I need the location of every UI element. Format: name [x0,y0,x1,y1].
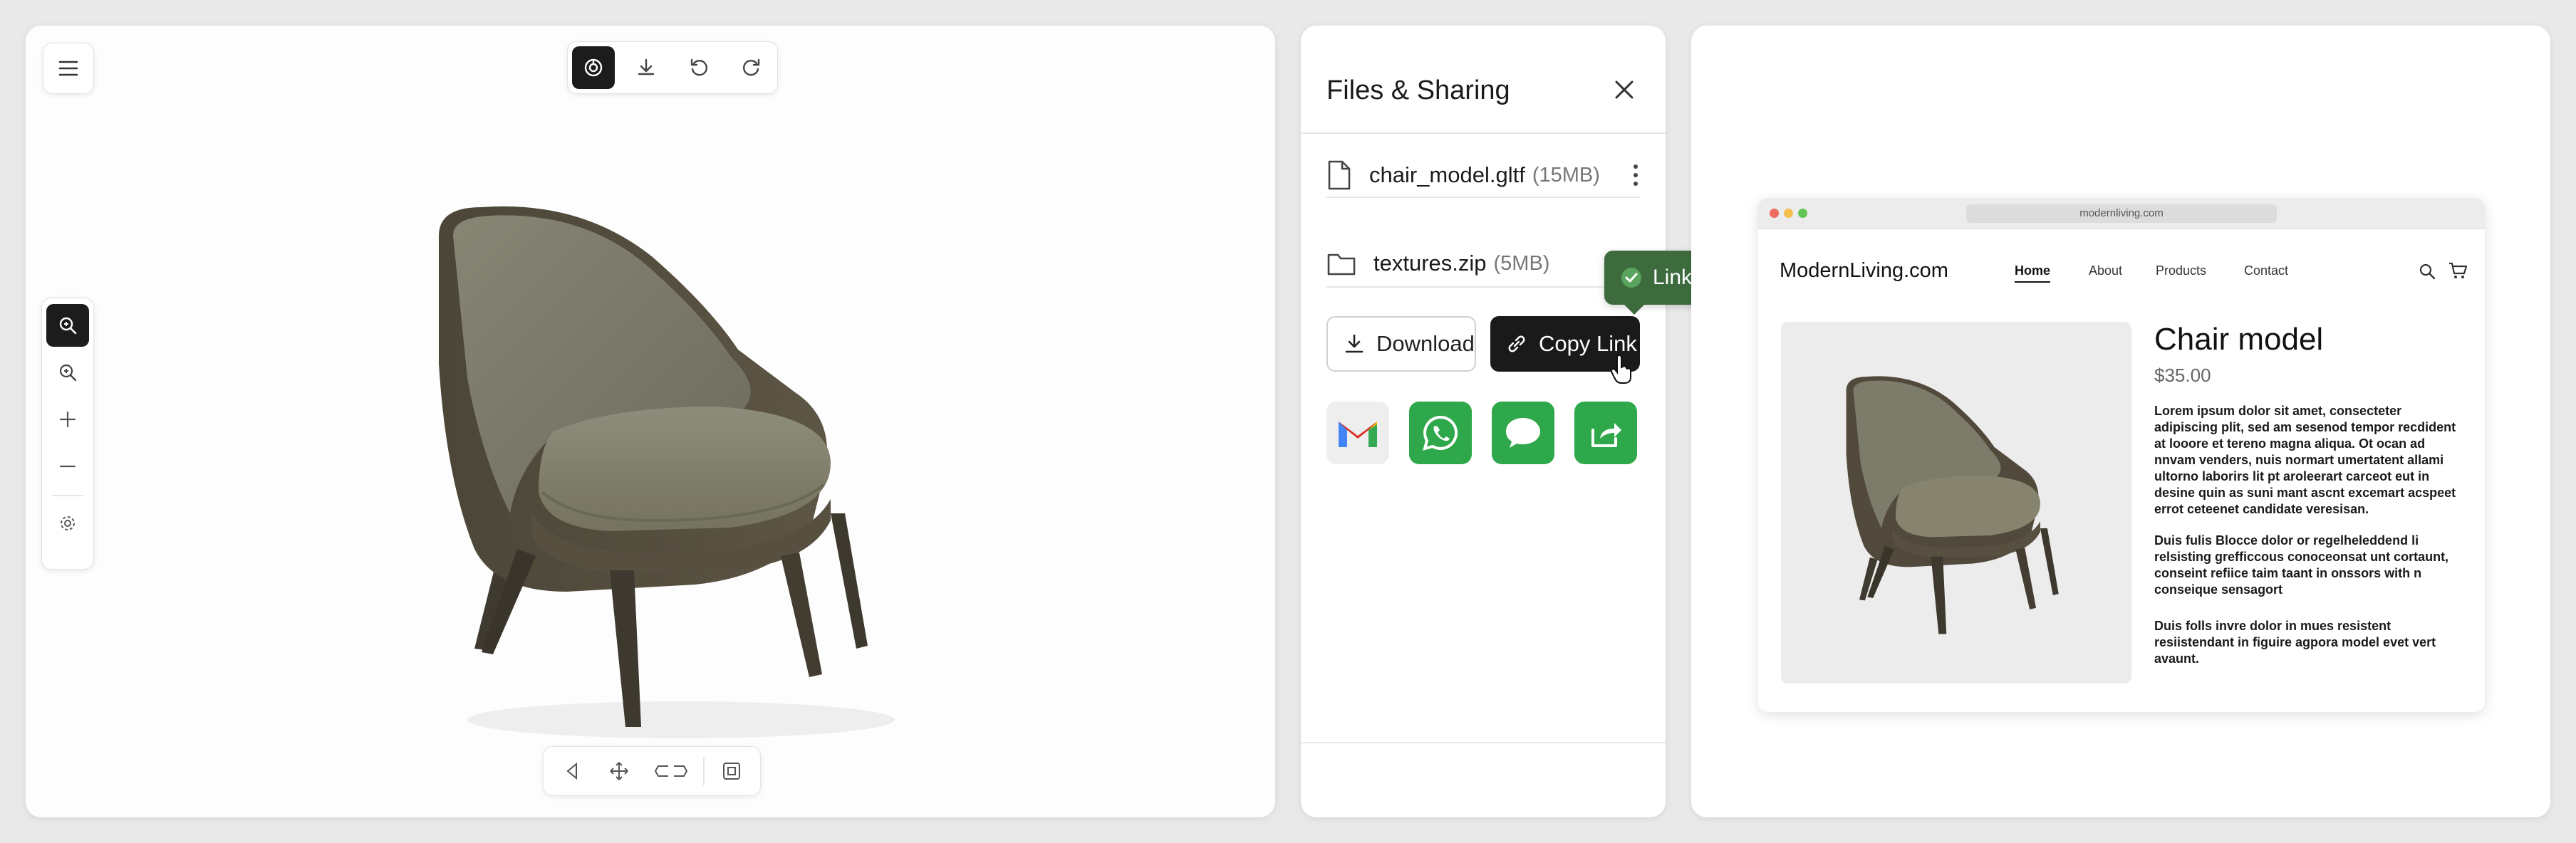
share-whatsapp-button[interactable] [1409,402,1472,464]
close-button[interactable] [1611,77,1637,103]
plus-icon [59,411,76,428]
rotate-button[interactable] [552,751,592,791]
check-circle-icon [1621,268,1641,288]
ar-icon [584,58,603,77]
pan-icon [610,762,628,780]
menu-button[interactable] [43,43,94,94]
rotate-icon [566,762,577,780]
product-description-2: Duis fulis Blocce dolor or regelheledden… [2154,533,2449,597]
download-icon [638,58,655,75]
product-image[interactable] [1781,322,2131,684]
link-icon [1508,335,1525,352]
file-name: chair_model.gltf [1369,162,1525,187]
file-row[interactable]: textures.zip (5MB) [1326,242,1640,285]
window-minimize-dot[interactable] [1784,209,1793,218]
zoom-in-icon [59,364,77,382]
zoom-fit-button[interactable] [46,304,89,347]
gmail-icon [1339,422,1377,447]
product-description-1: Lorem ipsum dolor sit amet, consecteter … [2154,404,2456,516]
settings-icon [61,516,75,530]
pan-button[interactable] [599,751,639,791]
download-button[interactable] [625,46,668,89]
cursor-hand-icon [1610,355,1631,384]
undo-button[interactable] [677,46,720,89]
divider [1301,132,1666,134]
ar-view-button[interactable] [572,46,615,89]
whatsapp-icon [1423,415,1458,451]
orbit-icon [654,765,688,777]
more-options-icon[interactable] [1631,162,1640,188]
browser-bar: modernliving.com [1758,198,2485,229]
file-row[interactable]: chair_model.gltf (15MB) [1326,154,1640,197]
zoom-in-button[interactable] [46,351,89,394]
download-icon [1345,334,1364,353]
site-brand[interactable]: ModernLiving.com [1780,259,1948,283]
orbit-button[interactable] [646,751,696,791]
divider [1326,197,1640,198]
bottom-toolbar [543,746,761,796]
download-label: Download [1376,331,1475,356]
redo-icon [743,58,760,76]
search-icon[interactable] [2418,262,2436,281]
browser-window: modernliving.com ModernLiving.com Home A… [1758,198,2485,712]
chair-3d-model[interactable] [396,179,938,748]
model-viewer-panel [26,26,1275,817]
copy-link-label: Copy Link [1539,331,1637,356]
nav-about[interactable]: About [2089,263,2122,278]
website-preview-panel: modernliving.com ModernLiving.com Home A… [1691,26,2550,817]
window-close-dot[interactable] [1770,209,1779,218]
minus-icon [59,465,76,468]
file-name: textures.zip [1373,251,1487,276]
nav-products[interactable]: Products [2156,263,2206,278]
share-messages-button[interactable] [1492,402,1554,464]
top-toolbar [567,41,778,94]
toolbar-divider [703,757,705,785]
download-button[interactable]: Download [1326,316,1476,372]
plus-button[interactable] [46,398,89,441]
share-more-button[interactable] [1574,402,1637,464]
cart-icon[interactable] [2448,261,2468,281]
share-icon [1591,423,1621,447]
hamburger-icon [58,61,78,76]
nav-home[interactable]: Home [2015,263,2051,283]
files-sharing-panel: Files & Sharing chair_model.gltf (15MB) … [1301,26,1666,817]
product-price: $35.00 [2154,365,2211,386]
messages-icon [1506,418,1540,448]
divider [1301,742,1666,743]
settings-button[interactable] [46,502,89,545]
toolbar-divider [52,495,83,496]
minus-button[interactable] [46,445,89,488]
chair-thumbnail [1846,376,2059,634]
nav-contact[interactable]: Contact [2244,263,2288,278]
file-size: (15MB) [1532,163,1600,187]
side-toolbar [41,298,94,570]
product-title: Chair model [2154,322,2324,357]
window-maximize-dot[interactable] [1798,209,1807,218]
zoom-fit-icon [59,317,77,335]
file-icon [1328,160,1351,190]
fullscreen-icon [723,763,740,780]
close-icon [1615,80,1634,99]
divider [1326,286,1640,288]
panel-title: Files & Sharing [1326,75,1510,105]
undo-icon [690,58,707,76]
product-description-3: Duis folls invre dolor in mues resistent… [2154,619,2436,666]
fullscreen-button[interactable] [712,751,752,791]
folder-icon [1327,253,1356,276]
share-gmail-button[interactable] [1326,402,1389,464]
address-bar[interactable]: modernliving.com [1966,204,2277,223]
redo-button[interactable] [730,46,773,89]
file-size: (5MB) [1493,251,1550,275]
